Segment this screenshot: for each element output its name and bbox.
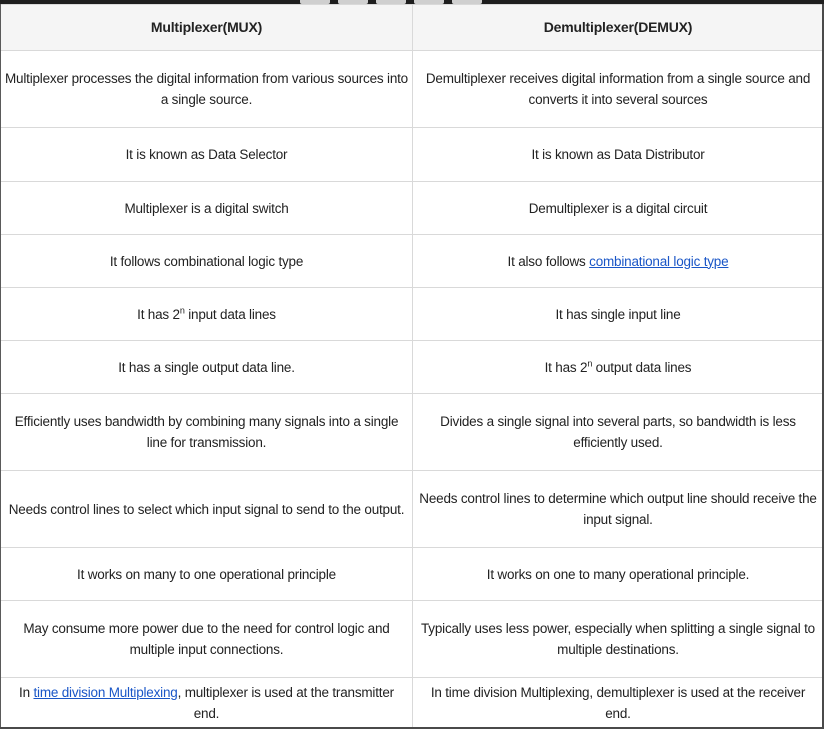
table-header-row: Multiplexer(MUX) Demultiplexer(DEMUX)	[0, 4, 824, 51]
demux-cell: It has single input line	[412, 287, 824, 341]
mux-cell: It works on many to one operational prin…	[0, 547, 413, 601]
header-mux: Multiplexer(MUX)	[0, 4, 413, 51]
demux-cell: Typically uses less power, especially wh…	[412, 600, 824, 678]
table-row: It works on many to one operational prin…	[0, 547, 824, 601]
demux-cell: It also follows combinational logic type	[412, 234, 824, 288]
mux-cell: May consume more power due to the need f…	[0, 600, 413, 678]
table-row: Needs control lines to select which inpu…	[0, 470, 824, 548]
mux-cell: Efficiently uses bandwidth by combining …	[0, 393, 413, 471]
mux-cell-prefix: It has 2	[137, 306, 180, 322]
demux-cell: In time division Multiplexing, demultipl…	[412, 677, 824, 728]
mux-cell: Needs control lines to select which inpu…	[0, 470, 413, 548]
demux-cell-prefix: It has 2	[544, 359, 588, 375]
mux-cell: In time division Multiplexing, multiplex…	[0, 677, 413, 728]
demux-cell: Needs control lines to determine which o…	[412, 470, 824, 548]
table-row: It follows combinational logic type It a…	[0, 234, 824, 288]
mux-cell: It has 2n input data lines	[0, 287, 413, 341]
mux-cell: Multiplexer is a digital switch	[0, 181, 413, 235]
demux-cell: It works on one to many operational prin…	[412, 547, 824, 601]
table-row: It has a single output data line. It has…	[0, 340, 824, 394]
table-row: In time division Multiplexing, multiplex…	[0, 677, 824, 728]
comparison-page: Multiplexer(MUX) Demultiplexer(DEMUX) Mu…	[0, 0, 824, 729]
mux-cell-suffix: , multiplexer is used at the transmitter…	[177, 684, 395, 721]
table-row: It is known as Data Selector It is known…	[0, 127, 824, 182]
table-row: Multiplexer processes the digital inform…	[0, 50, 824, 128]
mux-cell: It has a single output data line.	[0, 340, 413, 394]
table-row: May consume more power due to the need f…	[0, 600, 824, 678]
frame-edge-left	[0, 4, 1, 729]
demux-cell: Demultiplexer is a digital circuit	[412, 181, 824, 235]
table-row: Multiplexer is a digital switch Demultip…	[0, 181, 824, 235]
demux-cell: It has 2n output data lines	[412, 340, 824, 394]
mux-cell: Multiplexer processes the digital inform…	[0, 50, 413, 128]
demux-cell: It is known as Data Distributor	[412, 127, 824, 182]
mux-cell-prefix: In	[19, 684, 34, 700]
combinational-logic-type-link[interactable]: combinational logic type	[589, 254, 728, 269]
mux-demux-comparison-table: Multiplexer(MUX) Demultiplexer(DEMUX) Mu…	[0, 4, 824, 728]
demux-cell-suffix: output data lines	[592, 359, 692, 375]
time-division-multiplexing-link[interactable]: time division Multiplexing	[33, 685, 177, 700]
demux-cell-prefix: It also follows	[507, 253, 590, 269]
mux-cell-suffix: input data lines	[184, 306, 276, 322]
table-row: Efficiently uses bandwidth by combining …	[0, 393, 824, 471]
mux-cell: It follows combinational logic type	[0, 234, 413, 288]
demux-cell: Demultiplexer receives digital informati…	[412, 50, 824, 128]
demux-cell: Divides a single signal into several par…	[412, 393, 824, 471]
header-demux: Demultiplexer(DEMUX)	[412, 4, 824, 51]
mux-cell: It is known as Data Selector	[0, 127, 413, 182]
table-row: It has 2n input data lines It has single…	[0, 287, 824, 341]
